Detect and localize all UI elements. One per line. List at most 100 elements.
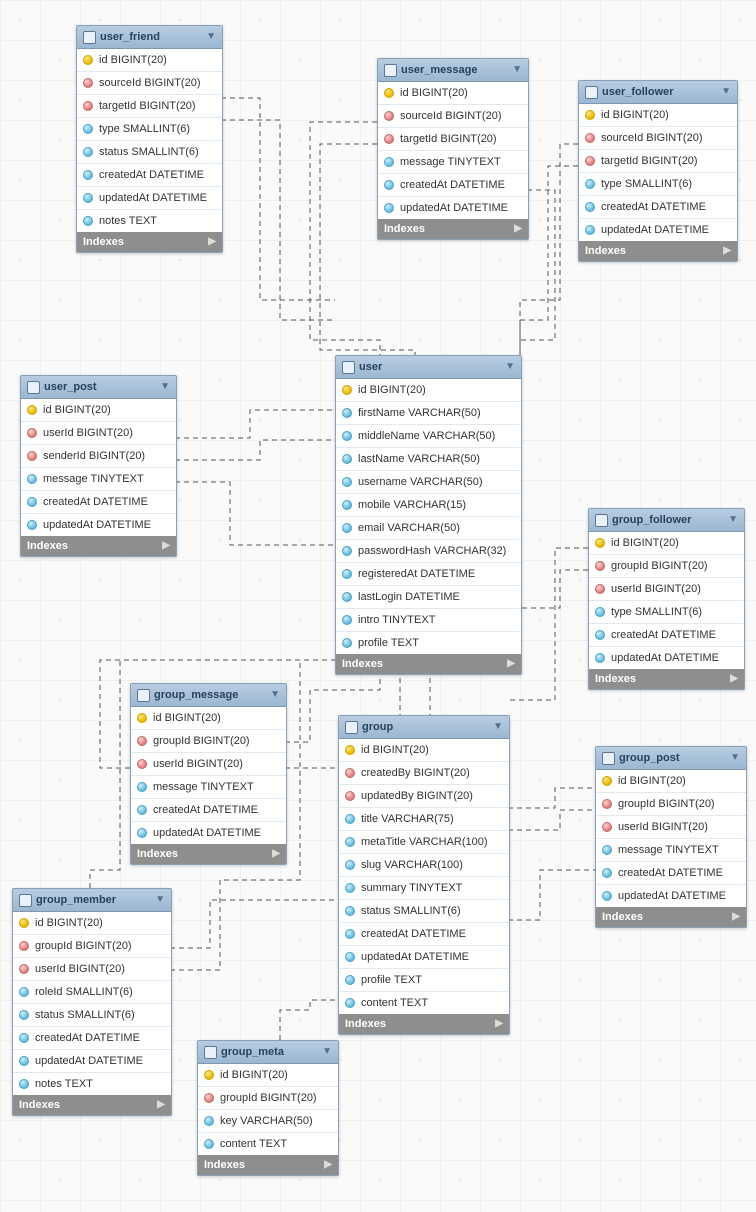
column-row[interactable]: roleId SMALLINT(6) <box>13 980 171 1003</box>
table-user_follower[interactable]: user_follower▼id BIGINT(20)sourceId BIGI… <box>578 80 738 262</box>
table-header[interactable]: user_follower▼ <box>579 81 737 104</box>
column-row[interactable]: senderId BIGINT(20) <box>21 444 176 467</box>
column-row[interactable]: groupId BIGINT(20) <box>589 554 744 577</box>
column-row[interactable]: updatedAt DATETIME <box>579 218 737 241</box>
column-row[interactable]: updatedBy BIGINT(20) <box>339 784 509 807</box>
column-row[interactable]: targetId BIGINT(20) <box>579 149 737 172</box>
column-row[interactable]: targetId BIGINT(20) <box>378 127 528 150</box>
table-header[interactable]: group_message▼ <box>131 684 286 707</box>
table-header[interactable]: user_friend▼ <box>77 26 222 49</box>
table-header[interactable]: group_post▼ <box>596 747 746 770</box>
column-row[interactable]: intro TINYTEXT <box>336 608 521 631</box>
indexes-section[interactable]: Indexes▶ <box>378 219 528 239</box>
table-user_post[interactable]: user_post▼id BIGINT(20)userId BIGINT(20)… <box>20 375 177 557</box>
table-group_member[interactable]: group_member▼id BIGINT(20)groupId BIGINT… <box>12 888 172 1116</box>
column-row[interactable]: id BIGINT(20) <box>336 379 521 401</box>
column-row[interactable]: userId BIGINT(20) <box>21 421 176 444</box>
column-row[interactable]: status SMALLINT(6) <box>13 1003 171 1026</box>
expand-icon[interactable]: ▶ <box>730 671 738 687</box>
column-row[interactable]: sourceId BIGINT(20) <box>378 104 528 127</box>
table-group[interactable]: group▼id BIGINT(20)createdBy BIGINT(20)u… <box>338 715 510 1035</box>
indexes-section[interactable]: Indexes▶ <box>589 669 744 689</box>
column-row[interactable]: createdAt DATETIME <box>13 1026 171 1049</box>
table-user_friend[interactable]: user_friend▼id BIGINT(20)sourceId BIGINT… <box>76 25 223 253</box>
collapse-icon[interactable]: ▼ <box>721 84 731 100</box>
column-row[interactable]: metaTitle VARCHAR(100) <box>339 830 509 853</box>
indexes-section[interactable]: Indexes▶ <box>579 241 737 261</box>
collapse-icon[interactable]: ▼ <box>206 29 216 45</box>
column-row[interactable]: groupId BIGINT(20) <box>13 934 171 957</box>
column-row[interactable]: type SMALLINT(6) <box>579 172 737 195</box>
column-row[interactable]: userId BIGINT(20) <box>596 815 746 838</box>
column-row[interactable]: lastName VARCHAR(50) <box>336 447 521 470</box>
collapse-icon[interactable]: ▼ <box>155 892 165 908</box>
indexes-section[interactable]: Indexes▶ <box>336 654 521 674</box>
column-row[interactable]: type SMALLINT(6) <box>77 117 222 140</box>
expand-icon[interactable]: ▶ <box>732 909 740 925</box>
column-row[interactable]: id BIGINT(20) <box>339 739 509 761</box>
indexes-section[interactable]: Indexes▶ <box>21 536 176 556</box>
column-row[interactable]: content TEXT <box>198 1132 338 1155</box>
column-row[interactable]: key VARCHAR(50) <box>198 1109 338 1132</box>
column-row[interactable]: type SMALLINT(6) <box>589 600 744 623</box>
collapse-icon[interactable]: ▼ <box>160 379 170 395</box>
collapse-icon[interactable]: ▼ <box>322 1044 332 1060</box>
table-header[interactable]: user▼ <box>336 356 521 379</box>
column-row[interactable]: id BIGINT(20) <box>198 1064 338 1086</box>
column-row[interactable]: lastLogin DATETIME <box>336 585 521 608</box>
indexes-section[interactable]: Indexes▶ <box>13 1095 171 1115</box>
expand-icon[interactable]: ▶ <box>162 538 170 554</box>
column-row[interactable]: slug VARCHAR(100) <box>339 853 509 876</box>
table-user[interactable]: user▼id BIGINT(20)firstName VARCHAR(50)m… <box>335 355 522 675</box>
collapse-icon[interactable]: ▼ <box>493 719 503 735</box>
expand-icon[interactable]: ▶ <box>208 234 216 250</box>
column-row[interactable]: createdAt DATETIME <box>339 922 509 945</box>
column-row[interactable]: email VARCHAR(50) <box>336 516 521 539</box>
column-row[interactable]: id BIGINT(20) <box>579 104 737 126</box>
column-row[interactable]: updatedAt DATETIME <box>339 945 509 968</box>
collapse-icon[interactable]: ▼ <box>728 512 738 528</box>
indexes-section[interactable]: Indexes▶ <box>596 907 746 927</box>
column-row[interactable]: updatedAt DATETIME <box>77 186 222 209</box>
collapse-icon[interactable]: ▼ <box>512 62 522 78</box>
table-user_message[interactable]: user_message▼id BIGINT(20)sourceId BIGIN… <box>377 58 529 240</box>
column-row[interactable]: updatedAt DATETIME <box>21 513 176 536</box>
column-row[interactable]: updatedAt DATETIME <box>13 1049 171 1072</box>
column-row[interactable]: username VARCHAR(50) <box>336 470 521 493</box>
table-group_meta[interactable]: group_meta▼id BIGINT(20)groupId BIGINT(2… <box>197 1040 339 1176</box>
column-row[interactable]: updatedAt DATETIME <box>378 196 528 219</box>
column-row[interactable]: message TINYTEXT <box>131 775 286 798</box>
indexes-section[interactable]: Indexes▶ <box>77 232 222 252</box>
column-row[interactable]: id BIGINT(20) <box>77 49 222 71</box>
column-row[interactable]: groupId BIGINT(20) <box>596 792 746 815</box>
indexes-section[interactable]: Indexes▶ <box>339 1014 509 1034</box>
column-row[interactable]: createdAt DATETIME <box>579 195 737 218</box>
column-row[interactable]: sourceId BIGINT(20) <box>579 126 737 149</box>
column-row[interactable]: id BIGINT(20) <box>13 912 171 934</box>
column-row[interactable]: userId BIGINT(20) <box>13 957 171 980</box>
column-row[interactable]: targetId BIGINT(20) <box>77 94 222 117</box>
column-row[interactable]: id BIGINT(20) <box>589 532 744 554</box>
table-header[interactable]: user_message▼ <box>378 59 528 82</box>
column-row[interactable]: userId BIGINT(20) <box>589 577 744 600</box>
column-row[interactable]: message TINYTEXT <box>596 838 746 861</box>
column-row[interactable]: content TEXT <box>339 991 509 1014</box>
column-row[interactable]: summary TINYTEXT <box>339 876 509 899</box>
column-row[interactable]: createdAt DATETIME <box>589 623 744 646</box>
table-header[interactable]: user_post▼ <box>21 376 176 399</box>
indexes-section[interactable]: Indexes▶ <box>131 844 286 864</box>
column-row[interactable]: createdBy BIGINT(20) <box>339 761 509 784</box>
table-group_message[interactable]: group_message▼id BIGINT(20)groupId BIGIN… <box>130 683 287 865</box>
expand-icon[interactable]: ▶ <box>723 243 731 259</box>
column-row[interactable]: createdAt DATETIME <box>21 490 176 513</box>
expand-icon[interactable]: ▶ <box>157 1097 165 1113</box>
column-row[interactable]: id BIGINT(20) <box>21 399 176 421</box>
column-row[interactable]: groupId BIGINT(20) <box>131 729 286 752</box>
column-row[interactable]: middleName VARCHAR(50) <box>336 424 521 447</box>
table-group_follower[interactable]: group_follower▼id BIGINT(20)groupId BIGI… <box>588 508 745 690</box>
column-row[interactable]: status SMALLINT(6) <box>339 899 509 922</box>
column-row[interactable]: title VARCHAR(75) <box>339 807 509 830</box>
expand-icon[interactable]: ▶ <box>495 1016 503 1032</box>
column-row[interactable]: profile TEXT <box>339 968 509 991</box>
column-row[interactable]: id BIGINT(20) <box>596 770 746 792</box>
